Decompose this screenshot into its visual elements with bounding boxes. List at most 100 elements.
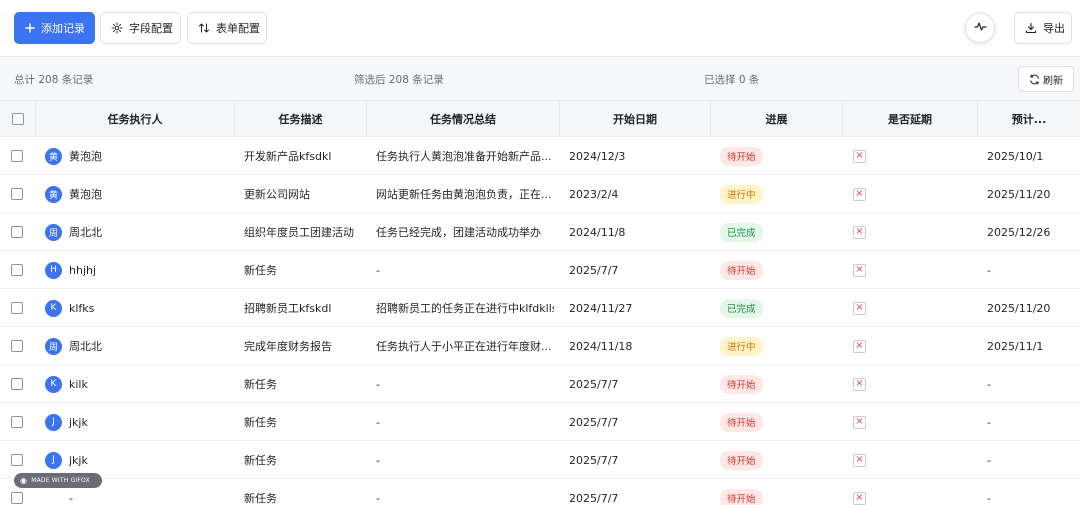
due-date-cell: 2025/11/20	[987, 301, 1051, 315]
watermark-icon: ◉	[20, 476, 28, 485]
column-header-delayed[interactable]: 是否延期	[843, 101, 978, 137]
column-header-summary[interactable]: 任务情况总结	[367, 101, 560, 137]
summary-cell: 任务已经完成，团建活动成功举办	[376, 226, 541, 239]
toolbar: 添加记录 字段配置 表单配置 导出	[0, 0, 1080, 57]
progress-cell: 待开始	[720, 479, 830, 505]
download-icon	[1025, 22, 1037, 34]
row-select-cell	[11, 365, 23, 403]
assignee-name: 周北北	[69, 340, 102, 353]
refresh-button[interactable]: 刷新	[1018, 66, 1074, 92]
row-select-cell	[11, 213, 23, 251]
due-date-cell: 2025/11/1	[987, 339, 1044, 353]
row-select-cell	[11, 327, 23, 365]
export-label: 导出	[1043, 22, 1065, 35]
gear-icon	[111, 22, 123, 34]
unchecked-x-icon: ×	[853, 263, 866, 277]
summary-cell: -	[376, 377, 380, 391]
table-row[interactable]: 黄黄泡泡 开发新产品kfsdkl 任务执行人黄泡泡准备开始新产品... 2024/12…	[0, 137, 1080, 175]
row-checkbox[interactable]	[11, 340, 23, 352]
unchecked-x-icon: ×	[853, 339, 866, 353]
table-row[interactable]: Jjkjk 新任务 - 2025/7/7 待开始 × -	[0, 403, 1080, 441]
assignee-name: jkjk	[69, 453, 88, 467]
assignee-cell: Kklfks	[45, 289, 230, 327]
status-badge: 已完成	[720, 222, 763, 242]
start-date-cell: 2025/7/7	[569, 263, 619, 277]
avatar: J	[45, 451, 62, 469]
status-badge: 待开始	[720, 260, 763, 280]
form-config-button[interactable]: 表单配置	[187, 12, 267, 44]
row-checkbox[interactable]	[11, 226, 23, 238]
table-row[interactable]: 黄黄泡泡 更新公司网站 网站更新任务由黄泡泡负责，正在... 2023/2/4 进行中 ×…	[0, 175, 1080, 213]
summary-cell: -	[376, 453, 380, 467]
row-checkbox[interactable]	[11, 492, 23, 504]
progress-cell: 待开始	[720, 137, 830, 175]
status-badge: 待开始	[720, 450, 763, 470]
progress-cell: 待开始	[720, 251, 830, 289]
plus-icon	[25, 23, 35, 33]
start-date-cell: 2024/11/18	[569, 339, 633, 353]
status-badge: 待开始	[720, 412, 763, 432]
unchecked-x-icon: ×	[853, 453, 866, 467]
table-row[interactable]: 周周北北 完成年度财务报告 任务执行人于小平正在进行年度财... 2024/11/18…	[0, 327, 1080, 365]
selected-count: 已选择 0 条	[704, 74, 760, 86]
column-header-assignee[interactable]: 任务执行人	[36, 101, 235, 137]
unchecked-x-icon: ×	[853, 301, 866, 315]
export-button[interactable]: 导出	[1014, 12, 1072, 44]
select-all-cell	[0, 101, 36, 137]
table-row[interactable]: - 新任务 - 2025/7/7 待开始 × -	[0, 479, 1080, 505]
column-header-start-date[interactable]: 开始日期	[560, 101, 711, 137]
row-checkbox[interactable]	[11, 378, 23, 390]
assignee-cell: Hhhjhj	[45, 251, 230, 289]
row-checkbox[interactable]	[11, 150, 23, 162]
column-header-description[interactable]: 任务描述	[235, 101, 367, 137]
due-date-cell: 2025/12/26	[987, 225, 1051, 239]
table-row[interactable]: Jjkjk 新任务 - 2025/7/7 待开始 × -	[0, 441, 1080, 479]
activity-button[interactable]	[965, 13, 995, 43]
start-date-cell: 2025/7/7	[569, 377, 619, 391]
row-checkbox[interactable]	[11, 188, 23, 200]
avatar: J	[45, 413, 62, 431]
assignee-name: 周北北	[69, 226, 102, 239]
progress-cell: 待开始	[720, 365, 830, 403]
assignee-cell: 黄黄泡泡	[45, 137, 230, 175]
watermark-text: MADE WITH GIFOX	[31, 477, 90, 484]
start-date-cell: 2023/2/4	[569, 187, 619, 201]
due-date-cell: 2025/10/1	[987, 149, 1044, 163]
delayed-cell: ×	[853, 365, 913, 403]
delayed-cell: ×	[853, 213, 913, 251]
start-date-cell: 2024/11/8	[569, 225, 626, 239]
table-row[interactable]: Hhhjhj 新任务 - 2025/7/7 待开始 × -	[0, 251, 1080, 289]
row-checkbox[interactable]	[11, 454, 23, 466]
add-record-button[interactable]: 添加记录	[14, 12, 95, 44]
description-cell: 新任务	[244, 378, 277, 391]
table-row[interactable]: 周周北北 组织年度员工团建活动 任务已经完成，团建活动成功举办 2024/11/8 已完…	[0, 213, 1080, 251]
table-row[interactable]: Kkilk 新任务 - 2025/7/7 待开始 × -	[0, 365, 1080, 403]
due-date-cell: -	[987, 453, 991, 467]
progress-cell: 待开始	[720, 441, 830, 479]
assignee-cell: Kkilk	[45, 365, 230, 403]
delayed-cell: ×	[853, 289, 913, 327]
row-select-cell	[11, 175, 23, 213]
delayed-cell: ×	[853, 251, 913, 289]
delayed-cell: ×	[853, 441, 913, 479]
description-cell: 新任务	[244, 264, 277, 277]
description-cell: 开发新产品kfsdkl	[244, 150, 332, 163]
row-checkbox[interactable]	[11, 416, 23, 428]
table-row[interactable]: Kklfks 招聘新员工kfskdl 招聘新员工的任务正在进行中klfdklls 20…	[0, 289, 1080, 327]
delayed-cell: ×	[853, 175, 913, 213]
assignee-name: 黄泡泡	[69, 150, 102, 163]
start-date-cell: 2024/11/27	[569, 301, 633, 315]
row-checkbox[interactable]	[11, 302, 23, 314]
progress-cell: 进行中	[720, 175, 830, 213]
row-select-cell	[11, 403, 23, 441]
select-all-checkbox[interactable]	[11, 113, 24, 125]
description-cell: 完成年度财务报告	[244, 340, 332, 353]
column-header-progress[interactable]: 进展	[711, 101, 843, 137]
table-header: 任务执行人 任务描述 任务情况总结 开始日期 进展 是否延期 预计...	[0, 101, 1080, 137]
status-badge: 已完成	[720, 298, 763, 318]
column-header-due[interactable]: 预计...	[978, 101, 1080, 137]
assignee-name: 黄泡泡	[69, 188, 102, 201]
row-select-cell	[11, 251, 23, 289]
row-checkbox[interactable]	[11, 264, 23, 276]
field-config-button[interactable]: 字段配置	[100, 12, 181, 44]
